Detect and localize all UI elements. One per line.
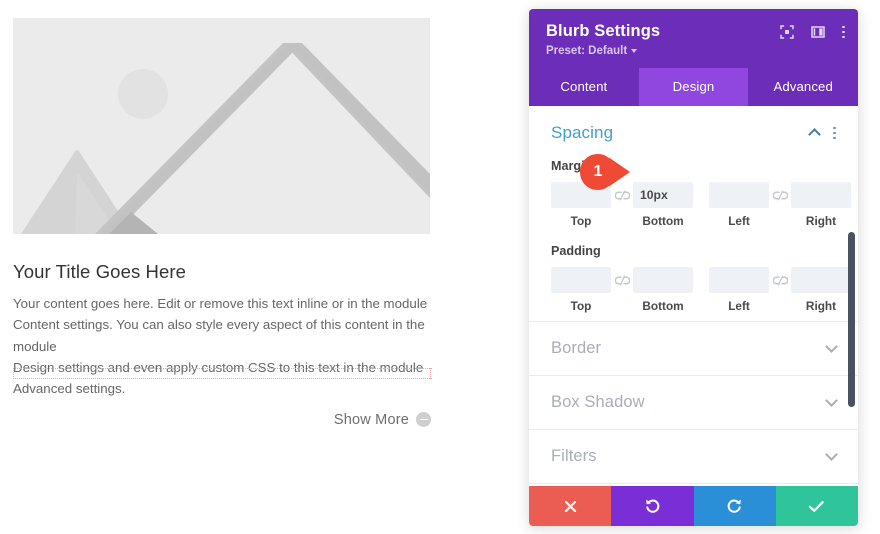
section-filters[interactable]: Filters: [529, 429, 858, 483]
panel-action-bar: [529, 486, 858, 526]
margin-left-label: Left: [728, 214, 750, 228]
redo-icon: [727, 499, 741, 513]
padding-left-input[interactable]: [709, 267, 769, 293]
padding-label: Padding: [551, 244, 601, 258]
chevron-down-icon[interactable]: [825, 340, 838, 353]
section-border[interactable]: Border: [529, 321, 858, 375]
app-root: Your Title Goes Here Your content goes h…: [0, 0, 880, 534]
undo-button[interactable]: [611, 486, 694, 526]
chevron-down-icon[interactable]: [825, 448, 838, 461]
chevron-down-icon[interactable]: [825, 394, 838, 407]
link-values-icon[interactable]: [611, 267, 633, 293]
link-values-icon[interactable]: [611, 182, 633, 208]
margin-field-group: Margin Top 10px Bottom Left Right 1: [551, 154, 851, 228]
padding-top-input[interactable]: [551, 267, 611, 293]
margin-inputs-row: Top 10px Bottom Left Right: [551, 182, 851, 228]
margin-top-input[interactable]: [551, 182, 611, 208]
fullscreen-icon[interactable]: [780, 25, 795, 39]
margin-bottom-cell: Bottom: [633, 182, 693, 228]
link-values-icon[interactable]: [769, 182, 791, 208]
padding-right-cell: Right: [791, 267, 851, 313]
settings-panel: Blurb Settings Preset: Default Content D…: [529, 9, 858, 526]
close-icon: [564, 500, 576, 512]
blurb-body-line: Design settings and even apply custom CS…: [13, 359, 424, 375]
margin-label: Margin: [551, 159, 593, 173]
margin-top-cell: Top: [551, 182, 611, 228]
padding-field-group: Padding Top Bottom Left Right: [551, 244, 851, 313]
show-more-toggle[interactable]: Show More: [13, 412, 431, 428]
margin-top-label: Top: [570, 214, 592, 228]
panel-scroll-content: Spacing Margin Top 10px Bottom Left Righ…: [529, 106, 858, 526]
undo-icon: [646, 499, 660, 513]
preset-label: Preset: Default: [546, 45, 628, 57]
padding-top-label: Top: [570, 299, 592, 313]
tab-advanced[interactable]: Advanced: [748, 68, 858, 106]
blurb-body-line: Advanced settings.: [13, 381, 126, 397]
tab-content[interactable]: Content: [529, 68, 639, 106]
blurb-body-line: Your content goes here. Edit or remove t…: [13, 296, 428, 312]
padding-right-label: Right: [805, 299, 837, 313]
padding-top-bottom-pair: Top Bottom: [551, 267, 693, 313]
padding-bottom-cell: Bottom: [633, 267, 693, 313]
blurb-body-line: Content settings. You can also style eve…: [13, 317, 425, 354]
padding-left-right-pair: Left Right: [709, 267, 851, 313]
margin-bottom-label: Bottom: [642, 214, 684, 228]
redo-button[interactable]: [693, 486, 776, 526]
link-values-icon[interactable]: [769, 267, 791, 293]
more-options-icon[interactable]: [842, 25, 845, 39]
placeholder-image[interactable]: [13, 18, 430, 234]
close-button[interactable]: [529, 486, 612, 526]
margin-left-cell: Left: [709, 182, 769, 228]
section-spacing: Spacing Margin Top 10px Bottom Left Righ…: [529, 106, 858, 321]
preset-selector[interactable]: Preset: Default: [546, 45, 638, 57]
padding-top-cell: Top: [551, 267, 611, 313]
checkmark-icon: [809, 500, 825, 512]
padding-bottom-input[interactable]: [633, 267, 693, 293]
chevron-down-icon: [631, 49, 638, 53]
spacing-section-controls: [808, 126, 836, 141]
panel-tabs: Content Design Advanced: [529, 68, 858, 106]
section-filters-label: Filters: [551, 447, 597, 465]
show-more-label: Show More: [333, 411, 409, 428]
margin-right-label: Right: [805, 214, 837, 228]
layout-view-icon[interactable]: [811, 25, 826, 39]
section-box-shadow[interactable]: Box Shadow: [529, 375, 858, 429]
collapse-circle-icon[interactable]: [416, 412, 431, 428]
blurb-title[interactable]: Your Title Goes Here: [13, 260, 430, 284]
panel-header: Blurb Settings Preset: Default: [529, 9, 858, 68]
blurb-module-preview[interactable]: Your Title Goes Here Your content goes h…: [13, 18, 432, 428]
chevron-up-icon[interactable]: [808, 128, 822, 141]
section-box-shadow-label: Box Shadow: [551, 393, 645, 411]
margin-left-right-pair: Left Right: [709, 182, 851, 228]
tab-design[interactable]: Design: [638, 68, 749, 106]
save-button[interactable]: [775, 486, 858, 526]
margin-left-input[interactable]: [709, 182, 769, 208]
spacing-section-header[interactable]: Spacing: [551, 123, 836, 143]
padding-left-cell: Left: [709, 267, 769, 313]
blurb-body[interactable]: Your content goes here. Edit or remove t…: [13, 293, 432, 399]
panel-scrollbar[interactable]: [848, 232, 855, 407]
padding-right-input[interactable]: [791, 267, 851, 293]
padding-left-label: Left: [728, 299, 750, 313]
panel-body: Spacing Margin Top 10px Bottom Left Righ…: [529, 106, 858, 526]
section-border-label: Border: [551, 339, 602, 357]
panel-header-icons: [780, 25, 845, 39]
margin-bottom-input[interactable]: [633, 182, 693, 208]
padding-inputs-row: Top Bottom Left Right: [551, 267, 851, 313]
spacing-section-title: Spacing: [551, 123, 614, 142]
padding-bottom-label: Bottom: [642, 299, 684, 313]
margin-right-input[interactable]: [791, 182, 851, 208]
margin-top-bottom-pair: Top 10px Bottom: [551, 182, 693, 228]
section-options-icon[interactable]: [833, 126, 836, 140]
margin-right-cell: Right: [791, 182, 851, 228]
